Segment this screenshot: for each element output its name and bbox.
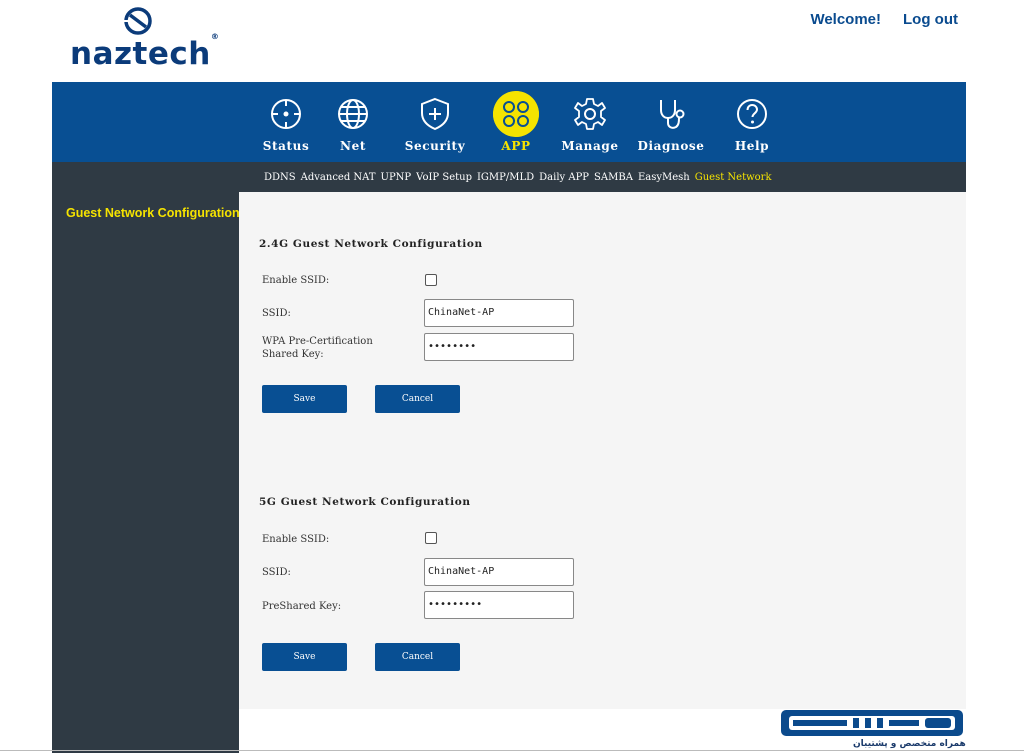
logout-link[interactable]: Log out [903,11,958,28]
globe-icon [338,99,368,129]
cancel-button-5g[interactable]: Cancel [375,643,460,671]
main-nav: Status Net Security APP Manage Diagnose … [52,82,966,162]
shared-key-label-24g: WPA Pre-Certification Shared Key: [262,335,373,361]
naztech-logo-icon [122,7,152,35]
bottom-divider [0,750,1024,751]
shared-key-label-line2: Shared Key: [262,349,324,360]
brand-name: naztech® [70,31,220,72]
stethoscope-icon [660,100,685,129]
preshared-key-input-5g[interactable]: ••••••••• [424,591,574,619]
nav-label-help: Help [734,139,770,153]
subnav-voip-setup[interactable]: VoIP Setup [416,172,472,183]
nav-label-security: Security [404,139,466,153]
section-title-24g: 2.4G Guest Network Configuration [259,238,483,250]
naztech-logo: naztech® [70,6,230,72]
subnav-upnp[interactable]: UPNP [381,172,412,183]
preshared-key-label-5g: PreShared Key: [262,601,342,612]
top-links: Welcome! Log out [810,11,958,28]
nav-label-net: Net [340,139,366,153]
ssid-label-24g: SSID: [262,308,291,319]
welcome-text: Welcome! [810,11,882,28]
question-icon [737,99,767,129]
nav-label-diagnose: Diagnose [637,139,705,153]
nav-item-diagnose[interactable]: Diagnose [634,82,708,162]
enable-ssid-checkbox-5g[interactable] [425,532,437,544]
subnav-guest-network[interactable]: Guest Network [695,172,772,183]
ssid-label-5g: SSID: [262,567,291,578]
sidebar: Guest Network Configuration [52,162,240,753]
crosshair-icon [271,99,301,129]
subnav-samba[interactable]: SAMBA [594,172,633,183]
enable-ssid-label-5g: Enable SSID: [262,534,330,545]
save-button-5g[interactable]: Save [262,643,347,671]
nav-item-manage[interactable]: Manage [556,82,624,162]
nav-label-app: APP [501,139,531,153]
ssid-input-24g[interactable]: ChinaNet-AP [424,299,574,327]
enable-ssid-checkbox-24g[interactable] [425,274,437,286]
nav-item-help[interactable]: Help [724,82,780,162]
shared-key-input-24g[interactable]: •••••••• [424,333,574,361]
subnav-ddns[interactable]: DDNS [264,172,296,183]
nav-item-app[interactable]: APP [489,82,543,162]
subnav-easymesh[interactable]: EasyMesh [638,172,690,183]
enable-ssid-label-24g: Enable SSID: [262,275,330,286]
subnav-advanced-nat[interactable]: Advanced NAT [301,172,376,183]
gear-icon [574,98,606,130]
section-title-5g: 5G Guest Network Configuration [259,496,471,508]
shield-plus-icon [421,97,449,131]
router-admin-page: naztech® Welcome! Log out Status Net Sec… [0,0,1024,753]
nav-item-status[interactable]: Status [256,82,316,162]
nav-label-status: Status [262,139,310,153]
subnav-igmp-mld[interactable]: IGMP/MLD [477,172,534,183]
watermark-tagline: همراه متخصص و پشتیبان [853,739,966,749]
cancel-button-24g[interactable]: Cancel [375,385,460,413]
save-button-24g[interactable]: Save [262,385,347,413]
nav-item-security[interactable]: Security [396,82,474,162]
ssid-input-5g[interactable]: ChinaNet-AP [424,558,574,586]
apps-grid-icon [493,91,539,137]
nav-label-manage: Manage [561,139,619,153]
subnav-daily-app[interactable]: Daily APP [539,172,589,183]
shared-key-label-line1: WPA Pre-Certification [262,336,373,347]
sub-nav: DDNS Advanced NAT UPNP VoIP Setup IGMP/M… [239,162,966,192]
sidebar-item-guest-network-config[interactable]: Guest Network Configuration [66,206,240,220]
main-content: 2.4G Guest Network Configuration Enable … [239,192,966,709]
nav-item-net[interactable]: Net [328,82,378,162]
